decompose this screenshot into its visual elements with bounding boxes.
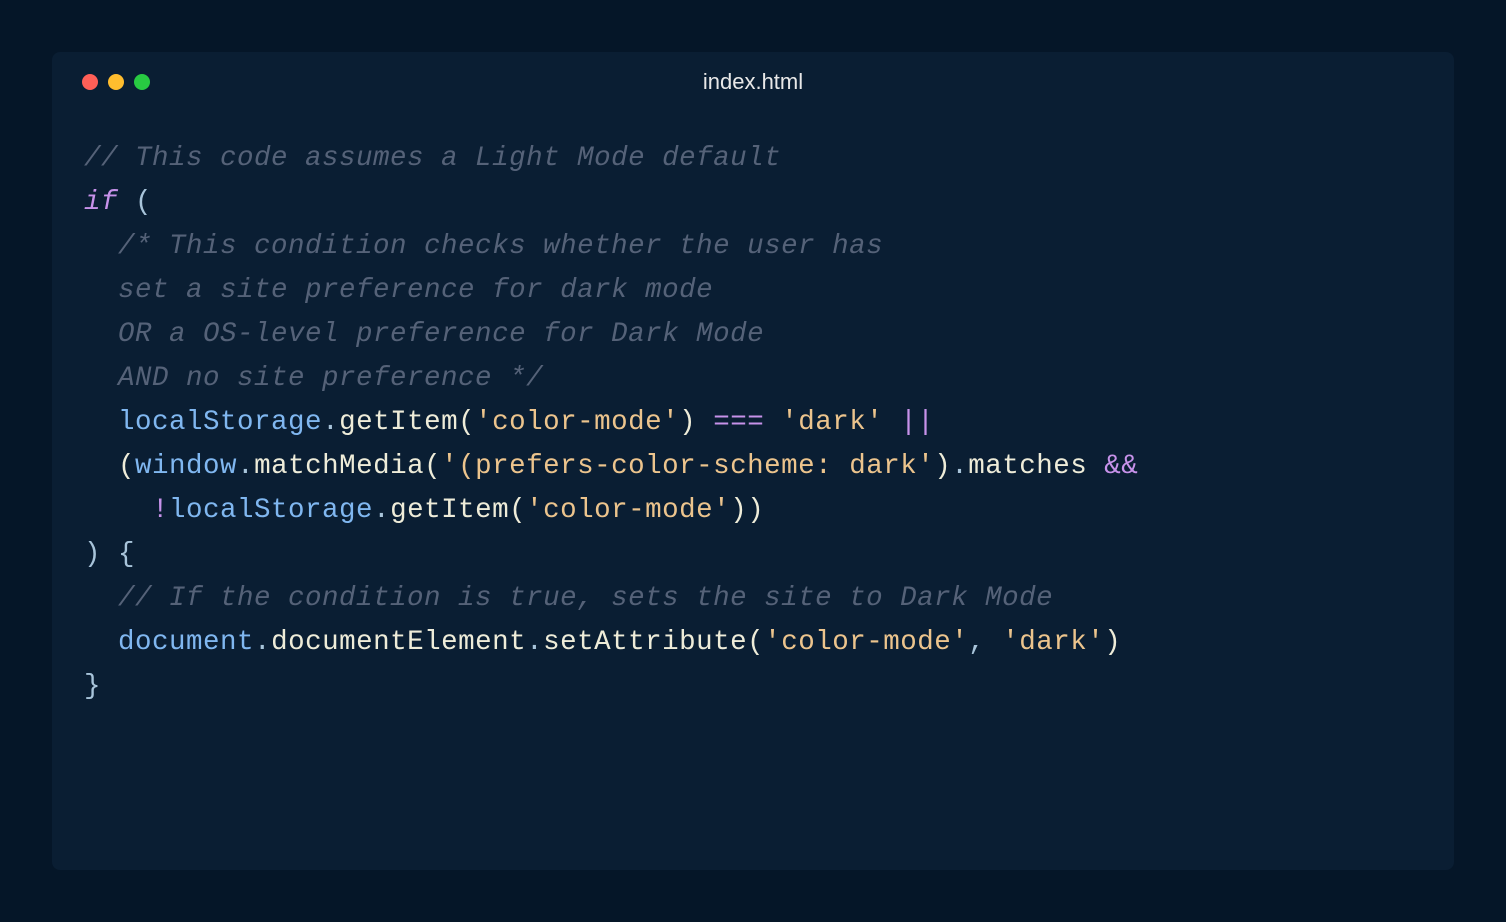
code-dot: .	[951, 451, 968, 482]
traffic-lights	[82, 74, 150, 90]
code-method: matchMedia	[254, 451, 424, 482]
code-string: 'color-mode'	[764, 627, 968, 658]
code-comment: // If the condition is true, sets the si…	[84, 583, 1053, 614]
code-operator: &&	[1087, 451, 1138, 482]
code-string: 'color-mode'	[526, 495, 730, 526]
code-punct: (	[118, 187, 152, 218]
window-title: index.html	[703, 69, 803, 95]
code-editor-window: index.html // This code assumes a Light …	[52, 52, 1454, 870]
code-paren: )	[679, 407, 696, 438]
code-comment: /* This condition checks whether the use…	[84, 231, 883, 262]
code-operator: ===	[696, 407, 781, 438]
code-dot: .	[526, 627, 543, 658]
code-paren: (	[458, 407, 475, 438]
code-dot: .	[237, 451, 254, 482]
minimize-icon[interactable]	[108, 74, 124, 90]
code-paren: (	[509, 495, 526, 526]
code-string: 'dark'	[781, 407, 883, 438]
code-identifier: localStorage	[169, 495, 373, 526]
code-paren: ))	[730, 495, 764, 526]
code-paren: (	[424, 451, 441, 482]
code-paren: (	[747, 627, 764, 658]
code-identifier: document	[118, 627, 254, 658]
code-string: 'dark'	[1002, 627, 1104, 658]
code-paren: (	[118, 451, 135, 482]
code-dot: .	[373, 495, 390, 526]
code-comment: AND no site preference */	[84, 363, 543, 394]
code-indent	[84, 495, 152, 526]
code-identifier: localStorage	[118, 407, 322, 438]
window-titlebar: index.html	[52, 52, 1454, 112]
code-paren: )	[1104, 627, 1121, 658]
code-indent	[84, 451, 118, 482]
code-keyword: if	[84, 187, 118, 218]
code-punct: }	[84, 671, 101, 702]
code-comment: set a site preference for dark mode	[84, 275, 713, 306]
code-method: getItem	[390, 495, 509, 526]
code-method: setAttribute	[543, 627, 747, 658]
code-operator: ||	[883, 407, 934, 438]
code-identifier: window	[135, 451, 237, 482]
code-dot: .	[322, 407, 339, 438]
code-indent	[84, 407, 118, 438]
code-punct: ) {	[84, 539, 135, 570]
code-method: getItem	[339, 407, 458, 438]
code-dot: .	[254, 627, 271, 658]
code-comment: OR a OS-level preference for Dark Mode	[84, 319, 764, 350]
code-indent	[84, 627, 118, 658]
code-content: // This code assumes a Light Mode defaul…	[52, 112, 1454, 734]
code-method: matches	[968, 451, 1087, 482]
code-string: '(prefers-color-scheme: dark'	[441, 451, 934, 482]
close-icon[interactable]	[82, 74, 98, 90]
code-paren: )	[934, 451, 951, 482]
code-comment: // This code assumes a Light Mode defaul…	[84, 143, 781, 174]
code-punct: ,	[968, 627, 1002, 658]
code-string: 'color-mode'	[475, 407, 679, 438]
code-operator: !	[152, 495, 169, 526]
code-method: documentElement	[271, 627, 526, 658]
maximize-icon[interactable]	[134, 74, 150, 90]
